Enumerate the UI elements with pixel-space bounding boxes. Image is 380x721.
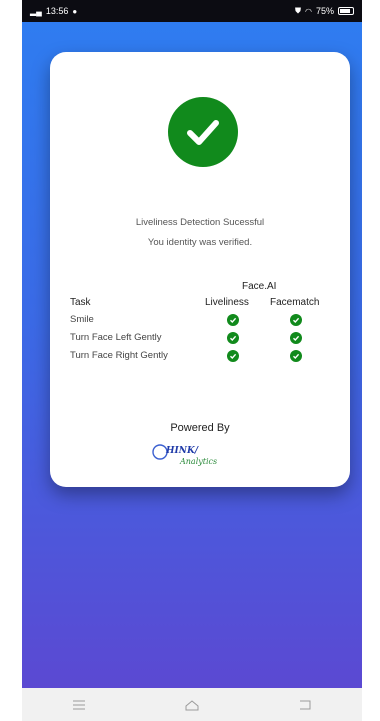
location-icon: ● [72,6,78,16]
home-icon[interactable] [172,693,212,717]
status-time: 13:56 [45,6,69,16]
task-label: Smile [70,314,94,325]
back-icon[interactable] [285,693,325,717]
powered-by-label: Powered By [170,422,230,434]
facematch-pass-icon [290,314,302,326]
wifi-icon: ◠ [305,6,312,16]
facematch-pass-icon [290,350,302,362]
column-header-task: Task [70,297,91,308]
column-header-facematch: Facematch [270,297,320,308]
task-label: Turn Face Left Gently [70,332,162,343]
success-check-icon [168,97,238,167]
svg-text:HINK/: HINK/ [165,446,200,456]
status-right: ⛊ ◠ 75% [295,6,354,16]
status-bar: ▂▄ 13:56 ● ⛊ ◠ 75% [22,0,362,22]
battery-percent: 75% [315,6,334,16]
system-nav-bar [22,688,362,721]
app-background: Liveliness Detection Sucessful You ident… [22,22,362,688]
liveliness-pass-icon [227,350,239,362]
task-label: Turn Face Right Gently [70,350,168,361]
think-analytics-logo: HINK/ Analytics [150,440,260,468]
status-left: ▂▄ 13:56 ● [30,6,77,16]
liveliness-pass-icon [227,332,239,344]
signal-icon: ▂▄ [30,6,42,16]
battery-icon [338,7,354,15]
verified-message: You identity was verified. [147,237,253,248]
group-header: Face.AI [242,281,277,292]
result-card: Liveliness Detection Sucessful You ident… [50,52,350,487]
facematch-pass-icon [290,332,302,344]
column-header-liveliness: Liveliness [205,297,249,308]
success-message: Liveliness Detection Sucessful [135,217,265,228]
phone-screen: ▂▄ 13:56 ● ⛊ ◠ 75% Liveliness Detection … [22,0,362,721]
svg-text:Analytics: Analytics [179,457,217,466]
shield-icon: ⛊ [295,6,301,15]
menu-icon[interactable] [59,693,99,717]
liveliness-pass-icon [227,314,239,326]
